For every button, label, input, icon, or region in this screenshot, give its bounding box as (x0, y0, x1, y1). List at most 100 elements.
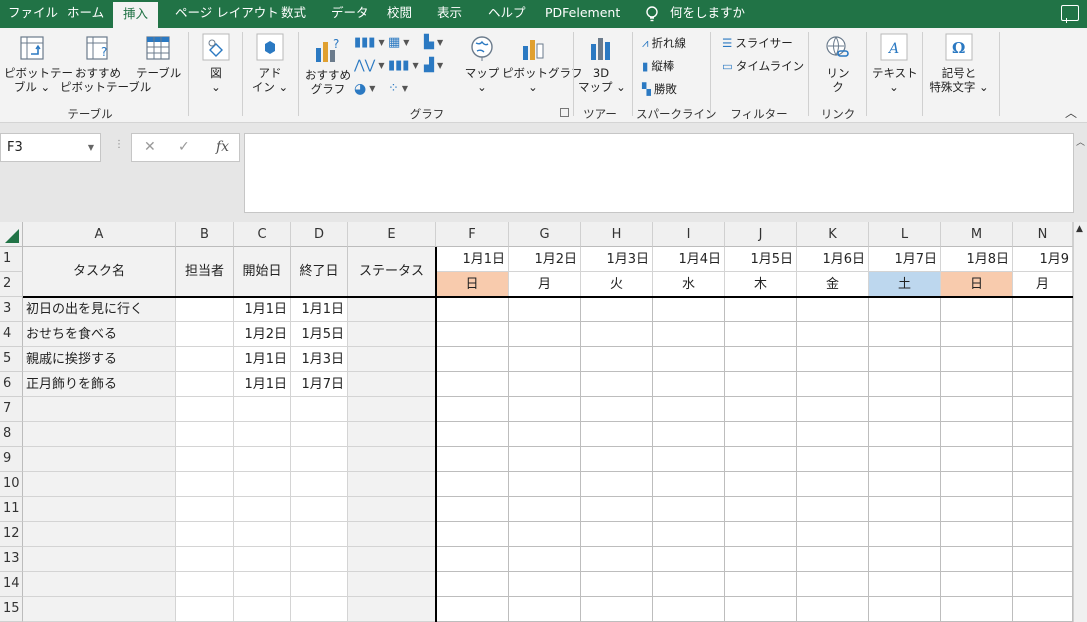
tab-review[interactable]: 校閲 (387, 0, 412, 28)
gantt-cell[interactable] (653, 447, 725, 472)
task-end-cell[interactable]: 1月1日 (291, 297, 348, 322)
empty-cell[interactable] (348, 572, 436, 597)
weekday-cell[interactable]: 水 (653, 272, 725, 297)
task-status-cell[interactable] (348, 322, 436, 347)
line-chart-button[interactable]: ⋀⋁ ▼ (354, 59, 384, 73)
gantt-cell[interactable] (436, 372, 509, 397)
enter-icon[interactable]: ✓ (178, 139, 190, 155)
charts-dialog-launcher-icon[interactable] (560, 108, 569, 117)
chevron-down-icon[interactable]: ▼ (88, 134, 94, 161)
gantt-cell[interactable] (725, 497, 797, 522)
empty-cell[interactable] (176, 497, 234, 522)
select-all-button[interactable] (0, 222, 23, 247)
tab-page-layout[interactable]: ページ レイアウト (175, 0, 279, 28)
gantt-cell[interactable] (1013, 372, 1073, 397)
gantt-cell[interactable] (869, 522, 941, 547)
gantt-cell[interactable] (797, 472, 869, 497)
gantt-cell[interactable] (941, 422, 1013, 447)
tab-formulas[interactable]: 数式 (281, 0, 306, 28)
row-header-13[interactable]: 13 (0, 547, 23, 572)
column-header-c[interactable]: C (234, 222, 291, 247)
table-button[interactable]: テーブル (136, 34, 181, 80)
gantt-cell[interactable] (941, 347, 1013, 372)
task-start-cell[interactable]: 1月2日 (234, 322, 291, 347)
gantt-cell[interactable] (436, 297, 509, 322)
header-cell-task[interactable]: タスク名 (23, 247, 176, 297)
gantt-cell[interactable] (581, 522, 653, 547)
3d-map-button[interactable]: 3D マップ ⌄ (578, 34, 626, 94)
chevron-up-icon[interactable]: ︿ (1076, 135, 1085, 148)
column-header-j[interactable]: J (725, 222, 797, 247)
gantt-cell[interactable] (1013, 547, 1073, 572)
empty-cell[interactable] (23, 397, 176, 422)
date-header-cell[interactable]: 1月9 (1013, 247, 1073, 272)
gantt-cell[interactable] (869, 497, 941, 522)
empty-cell[interactable] (348, 597, 436, 622)
gantt-cell[interactable] (653, 597, 725, 622)
gantt-cell[interactable] (653, 497, 725, 522)
tab-view[interactable]: 表示 (437, 0, 462, 28)
column-header-d[interactable]: D (291, 222, 348, 247)
column-header-k[interactable]: K (797, 222, 869, 247)
weekday-cell[interactable]: 土 (869, 272, 941, 297)
task-assignee-cell[interactable] (176, 347, 234, 372)
gantt-cell[interactable] (725, 572, 797, 597)
empty-cell[interactable] (176, 597, 234, 622)
empty-cell[interactable] (348, 472, 436, 497)
text-button[interactable]: A テキスト ⌄ (872, 32, 918, 94)
gantt-cell[interactable] (941, 472, 1013, 497)
task-name-cell[interactable]: 親戚に挨拶する (23, 347, 176, 372)
gantt-cell[interactable] (436, 347, 509, 372)
gantt-cell[interactable] (797, 397, 869, 422)
gantt-cell[interactable] (869, 547, 941, 572)
gantt-cell[interactable] (509, 422, 581, 447)
gantt-cell[interactable] (1013, 472, 1073, 497)
gantt-cell[interactable] (581, 572, 653, 597)
tell-me-search[interactable]: 何をしますか (670, 0, 745, 28)
gantt-cell[interactable] (797, 447, 869, 472)
date-header-cell[interactable]: 1月4日 (653, 247, 725, 272)
gantt-cell[interactable] (436, 422, 509, 447)
column-header-e[interactable]: E (348, 222, 436, 247)
gantt-cell[interactable] (581, 472, 653, 497)
task-name-cell[interactable]: 正月飾りを飾る (23, 372, 176, 397)
empty-cell[interactable] (23, 422, 176, 447)
tab-help[interactable]: ヘルプ (488, 0, 526, 28)
pivot-table-button[interactable]: ピボットテー ブル ⌄ (4, 34, 73, 94)
gantt-cell[interactable] (653, 372, 725, 397)
empty-cell[interactable] (291, 497, 348, 522)
gantt-cell[interactable] (581, 372, 653, 397)
combo-chart-button[interactable]: ▟ ▼ (424, 59, 443, 73)
task-name-cell[interactable]: 初日の出を見に行く (23, 297, 176, 322)
empty-cell[interactable] (291, 547, 348, 572)
header-cell-end[interactable]: 終了日 (291, 247, 348, 297)
pivot-chart-button[interactable]: ピボットグラフ ⌄ (502, 34, 583, 94)
gantt-cell[interactable] (509, 547, 581, 572)
header-cell-assignee[interactable]: 担当者 (176, 247, 234, 297)
task-status-cell[interactable] (348, 372, 436, 397)
gantt-cell[interactable] (653, 422, 725, 447)
empty-cell[interactable] (348, 422, 436, 447)
gantt-cell[interactable] (797, 297, 869, 322)
gantt-cell[interactable] (797, 572, 869, 597)
gantt-cell[interactable] (436, 572, 509, 597)
empty-cell[interactable] (23, 472, 176, 497)
gantt-cell[interactable] (797, 522, 869, 547)
gantt-cell[interactable] (436, 547, 509, 572)
comments-icon[interactable] (1061, 5, 1079, 23)
gantt-cell[interactable] (653, 547, 725, 572)
date-header-cell[interactable]: 1月1日 (436, 247, 509, 272)
gantt-cell[interactable] (869, 422, 941, 447)
gantt-cell[interactable] (941, 322, 1013, 347)
gantt-cell[interactable] (797, 322, 869, 347)
row-header-12[interactable]: 12 (0, 522, 23, 547)
gantt-cell[interactable] (941, 572, 1013, 597)
gantt-cell[interactable] (436, 497, 509, 522)
gantt-cell[interactable] (725, 322, 797, 347)
gantt-cell[interactable] (941, 397, 1013, 422)
statistic-chart-button[interactable]: ▮▮▮ ▼ (388, 59, 419, 73)
cancel-icon[interactable]: ✕ (144, 139, 156, 155)
gantt-cell[interactable] (653, 322, 725, 347)
row-header-2[interactable]: 2 (0, 272, 23, 297)
empty-cell[interactable] (23, 547, 176, 572)
